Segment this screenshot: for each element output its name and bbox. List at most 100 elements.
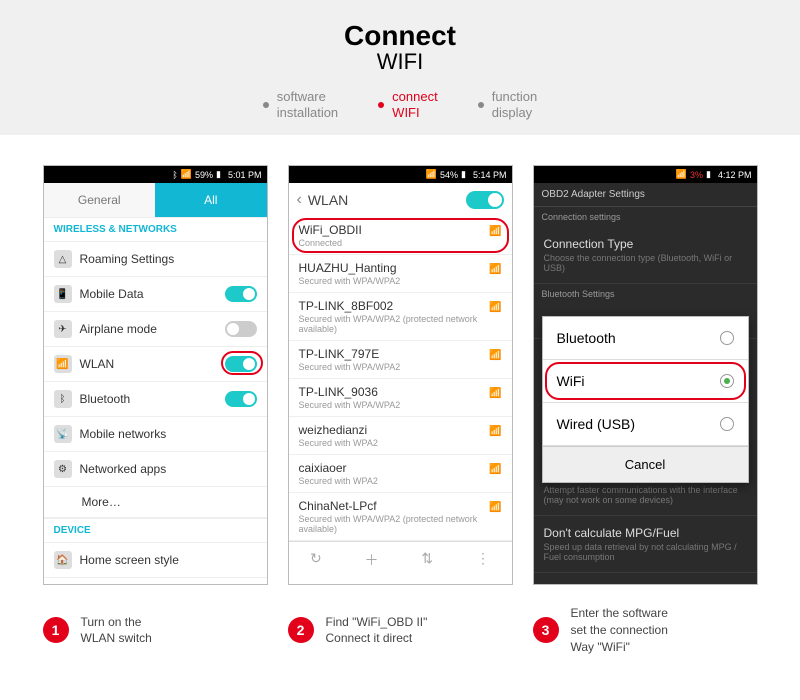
network-wifi-obdii[interactable]: 📶 WiFi_OBDII Connected bbox=[289, 217, 512, 255]
wlan-header: ‹ WLAN bbox=[289, 183, 512, 217]
section-device: DEVICE bbox=[44, 518, 267, 543]
bottom-bar: ↻ ＋ ⇅ ⋮ bbox=[289, 541, 512, 578]
cancel-button[interactable]: Cancel bbox=[543, 446, 748, 482]
phone-wlan: 📶 54% ▮ 5:14 PM ‹ WLAN 📶 WiFi_OBDII Conn… bbox=[288, 165, 513, 585]
phone-settings: ᛒ 📶 59% ▮ 5:01 PM General All WIRELESS &… bbox=[43, 165, 268, 585]
row-connection-type[interactable]: Connection Type Choose the connection ty… bbox=[534, 227, 757, 284]
status-bar: 📶 3% ▮ 4:12 PM bbox=[534, 166, 757, 183]
nav-steps: softwareinstallation connectWIFI functio… bbox=[0, 89, 800, 120]
airplane-icon: ✈ bbox=[54, 320, 72, 338]
step-number: 2 bbox=[288, 617, 314, 643]
nav-step-function[interactable]: functiondisplay bbox=[478, 89, 538, 120]
toggle-wlan[interactable] bbox=[225, 356, 257, 372]
toggle-bluetooth[interactable] bbox=[225, 391, 257, 407]
status-bar: ᛒ 📶 59% ▮ 5:01 PM bbox=[44, 166, 267, 183]
apps-icon: ⚙ bbox=[54, 460, 72, 478]
menu-icon[interactable]: ⋮ bbox=[476, 550, 490, 570]
row-networked-apps[interactable]: ⚙Networked apps bbox=[44, 452, 267, 487]
section-wireless: WIRELESS & NETWORKS bbox=[44, 217, 267, 242]
refresh-icon[interactable]: ↻ bbox=[310, 550, 322, 570]
network-item[interactable]: 📶HUAZHU_HantingSecured with WPA/WPA2 bbox=[289, 255, 512, 293]
network-item[interactable]: 📶ChinaNet-LPcfSecured with WPA/WPA2 (pro… bbox=[289, 493, 512, 541]
clock: 5:14 PM bbox=[473, 170, 507, 180]
battery-text: 54% bbox=[440, 170, 458, 180]
row-bluetooth[interactable]: ᛒBluetooth bbox=[44, 382, 267, 417]
data-icon: 📱 bbox=[54, 285, 72, 303]
step-captions: 1 Turn on theWLAN switch 2 Find "WiFi_OB… bbox=[0, 595, 800, 680]
option-bluetooth[interactable]: Bluetooth bbox=[543, 317, 748, 360]
bluetooth-icon: ᛒ bbox=[54, 390, 72, 408]
roaming-icon: △ bbox=[54, 250, 72, 268]
tab-general[interactable]: General bbox=[44, 183, 156, 217]
banner-title: Connect bbox=[0, 20, 800, 52]
dot-icon bbox=[478, 102, 484, 108]
row-wlan[interactable]: 📶WLAN bbox=[44, 347, 267, 382]
wifi-signal-icon: 📶 bbox=[489, 226, 501, 237]
wifi-signal-icon: 📶 bbox=[489, 264, 501, 275]
wifi-icon: 📶 bbox=[54, 355, 72, 373]
nav-step-connect[interactable]: connectWIFI bbox=[378, 89, 438, 120]
row-mobile-networks[interactable]: 📡Mobile networks bbox=[44, 417, 267, 452]
row-no-mpg[interactable]: Don't calculate MPG/Fuel Speed up data r… bbox=[534, 516, 757, 573]
row-roaming[interactable]: △Roaming Settings bbox=[44, 242, 267, 277]
phone-screenshots: ᛒ 📶 59% ▮ 5:01 PM General All WIRELESS &… bbox=[0, 135, 800, 595]
bluetooth-icon: ᛒ bbox=[172, 170, 177, 180]
wifi-signal-icon: 📶 bbox=[489, 426, 501, 437]
row-sound[interactable]: 🔊Sound bbox=[44, 578, 267, 585]
home-icon: 🏠 bbox=[54, 551, 72, 569]
step-number: 3 bbox=[533, 617, 559, 643]
tabs: General All bbox=[44, 183, 267, 217]
signal-icon: 📶 bbox=[676, 169, 687, 180]
row-home-style[interactable]: 🏠Home screen style bbox=[44, 543, 267, 578]
add-icon[interactable]: ＋ bbox=[365, 550, 379, 570]
header-banner: Connect WIFI softwareinstallation connec… bbox=[0, 0, 800, 135]
toggle-airplane[interactable] bbox=[225, 321, 257, 337]
nav-step-software[interactable]: softwareinstallation bbox=[263, 89, 338, 120]
phone-app-settings: 📶 3% ▮ 4:12 PM OBD2 Adapter Settings Con… bbox=[533, 165, 758, 585]
dot-icon bbox=[378, 102, 384, 108]
section-connection: Connection settings bbox=[534, 207, 757, 227]
radio-icon bbox=[720, 331, 734, 345]
option-wired[interactable]: Wired (USB) bbox=[543, 403, 748, 446]
dot-icon bbox=[263, 102, 269, 108]
clock: 4:12 PM bbox=[718, 170, 752, 180]
radio-icon bbox=[720, 374, 734, 388]
network-item[interactable]: 📶TP-LINK_797ESecured with WPA/WPA2 bbox=[289, 341, 512, 379]
section-bluetooth: Bluetooth Settings bbox=[534, 284, 757, 304]
network-item[interactable]: 📶weizhedianziSecured with WPA2 bbox=[289, 417, 512, 455]
step-2: 2 Find "WiFi_OBD II"Connect it direct bbox=[288, 605, 513, 655]
step-1: 1 Turn on theWLAN switch bbox=[43, 605, 268, 655]
signal-icon: 📶 bbox=[426, 169, 437, 180]
battery-icon: ▮ bbox=[706, 169, 711, 180]
banner-subtitle: WIFI bbox=[0, 49, 800, 75]
battery-text: 59% bbox=[195, 170, 213, 180]
network-item[interactable]: 📶TP-LINK_8BF002Secured with WPA/WPA2 (pr… bbox=[289, 293, 512, 341]
row-more[interactable]: More… bbox=[44, 487, 267, 518]
battery-icon: ▮ bbox=[461, 169, 466, 180]
network-item[interactable]: 📶TP-LINK_9036Secured with WPA/WPA2 bbox=[289, 379, 512, 417]
clock: 5:01 PM bbox=[228, 170, 262, 180]
wlan-master-toggle[interactable] bbox=[466, 191, 504, 209]
connection-type-popup: Bluetooth WiFi Wired (USB) Cancel bbox=[542, 316, 749, 483]
wifi-signal-icon: 📶 bbox=[489, 464, 501, 475]
back-icon[interactable]: ‹ bbox=[297, 191, 302, 209]
wlan-title: WLAN bbox=[308, 192, 348, 208]
step-number: 1 bbox=[43, 617, 69, 643]
option-wifi[interactable]: WiFi bbox=[543, 360, 748, 403]
wifi-signal-icon: 📶 bbox=[489, 350, 501, 361]
battery-icon: ▮ bbox=[216, 169, 221, 180]
status-bar: 📶 54% ▮ 5:14 PM bbox=[289, 166, 512, 183]
row-airplane[interactable]: ✈Airplane mode bbox=[44, 312, 267, 347]
radio-icon bbox=[720, 417, 734, 431]
network-item[interactable]: 📶caixiaoerSecured with WPA2 bbox=[289, 455, 512, 493]
settings-icon[interactable]: ⇅ bbox=[421, 550, 433, 570]
step-3: 3 Enter the softwareset the connectionWa… bbox=[533, 605, 758, 655]
battery-text: 3% bbox=[690, 170, 703, 180]
toggle-mobile-data[interactable] bbox=[225, 286, 257, 302]
wifi-signal-icon: 📶 bbox=[489, 502, 501, 513]
tab-all[interactable]: All bbox=[155, 183, 267, 217]
signal-icon: 📶 bbox=[181, 169, 192, 180]
wifi-signal-icon: 📶 bbox=[489, 388, 501, 399]
row-mobile-data[interactable]: 📱Mobile Data bbox=[44, 277, 267, 312]
antenna-icon: 📡 bbox=[54, 425, 72, 443]
